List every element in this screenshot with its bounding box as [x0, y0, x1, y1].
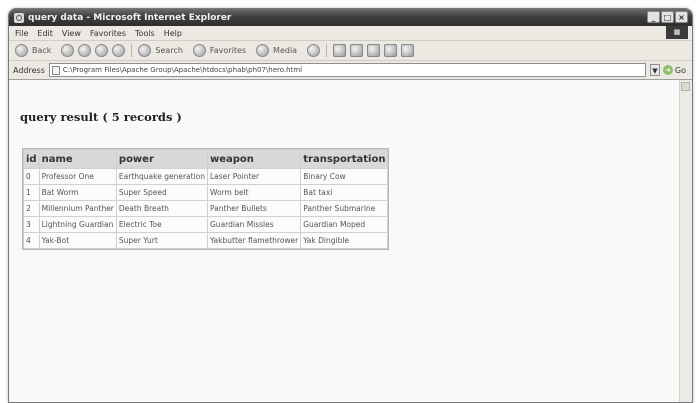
stop-icon[interactable] — [78, 44, 92, 57]
ie-logo-icon — [14, 12, 24, 23]
search-icon[interactable] — [138, 44, 152, 57]
address-input[interactable]: C:\Program Files\Apache Group\Apache\htd… — [48, 63, 646, 77]
table-row: 2 Millennium Panther Death Breath Panthe… — [24, 201, 388, 216]
favorites-icon[interactable] — [192, 44, 206, 57]
table-row: 0 Professor One Earthquake generation La… — [24, 169, 388, 184]
go-arrow-icon: ➜ — [662, 65, 673, 75]
minimize-button[interactable]: _ — [647, 11, 660, 23]
window-controls: _ □ × — [647, 11, 688, 23]
menu-tools[interactable]: Tools — [135, 29, 155, 38]
cell-name: Bat Worm — [39, 185, 116, 200]
toolbar-separator — [326, 44, 328, 57]
media-button-label[interactable]: Media — [273, 46, 297, 55]
back-button-label[interactable]: Back — [32, 46, 51, 55]
address-label: Address — [13, 65, 45, 75]
discuss-icon[interactable] — [384, 44, 398, 57]
cell-id: 4 — [24, 233, 39, 248]
search-button-label[interactable]: Search — [155, 46, 182, 55]
cell-transportation: Yak Dingible — [301, 233, 388, 248]
favorites-button-label[interactable]: Favorites — [210, 46, 246, 55]
mail-icon[interactable] — [333, 44, 347, 57]
menu-view[interactable]: View — [62, 29, 81, 38]
windows-logo-icon: ▦ — [666, 26, 688, 39]
menu-edit[interactable]: Edit — [37, 29, 53, 38]
media-icon[interactable] — [256, 44, 270, 57]
cell-weapon: Laser Pointer — [208, 169, 301, 184]
results-table: id name power weapon transportation 0 Pr… — [22, 148, 390, 250]
window-title: query data - Microsoft Internet Explorer — [28, 12, 232, 23]
cell-weapon: Worm belt — [208, 185, 301, 200]
column-header-power: power — [116, 150, 207, 168]
cell-id: 1 — [24, 185, 39, 200]
go-label: Go — [674, 65, 686, 75]
maximize-button[interactable]: □ — [661, 11, 674, 23]
cell-power: Death Breath — [116, 201, 207, 216]
address-bar: Address C:\Program Files\Apache Group\Ap… — [9, 61, 692, 80]
back-icon[interactable] — [15, 44, 28, 57]
close-button[interactable]: × — [675, 11, 688, 23]
cell-weapon: Guardian Missles — [208, 217, 301, 232]
cell-name: Professor One — [39, 169, 116, 184]
refresh-icon[interactable] — [95, 44, 109, 57]
toolbar-separator — [131, 44, 133, 57]
cell-id: 2 — [24, 201, 39, 216]
address-dropdown-button[interactable]: ▼ — [649, 64, 660, 76]
cell-id: 0 — [24, 169, 39, 184]
cell-id: 3 — [24, 217, 39, 232]
cell-name: Millennium Panther — [39, 201, 116, 216]
column-header-id: id — [24, 150, 39, 168]
home-icon[interactable] — [112, 44, 126, 57]
table-row: 1 Bat Worm Super Speed Worm belt Bat tax… — [24, 185, 388, 200]
messenger-icon[interactable] — [401, 44, 415, 57]
table-row: 3 Lightning Guardian Electric Toe Guardi… — [24, 217, 388, 232]
page-heading: query result ( 5 records ) — [20, 110, 182, 124]
address-url[interactable]: C:\Program Files\Apache Group\Apache\htd… — [63, 64, 302, 76]
cell-transportation: Bat taxi — [301, 185, 388, 200]
edit-icon[interactable] — [367, 44, 381, 57]
go-button[interactable]: ➜ Go — [662, 65, 686, 75]
history-icon[interactable] — [307, 44, 321, 57]
menu-bar: File Edit View Favorites Tools Help ▦ — [9, 26, 692, 41]
browser-window: query data - Microsoft Internet Explorer… — [8, 8, 693, 403]
cell-transportation: Panther Submarine — [301, 201, 388, 216]
cell-transportation: Binary Cow — [301, 169, 388, 184]
cell-name: Yak-Bot — [39, 233, 116, 248]
cell-transportation: Guardian Moped — [301, 217, 388, 232]
column-header-name: name — [39, 150, 116, 168]
cell-power: Super Yurt — [116, 233, 207, 248]
table-header-row: id name power weapon transportation — [24, 150, 388, 168]
scroll-up-button[interactable] — [681, 82, 690, 91]
column-header-weapon: weapon — [208, 150, 301, 168]
toolbar: Back Search Favorites Media — [9, 41, 692, 61]
cell-weapon: Yakbutter flamethrower — [208, 233, 301, 248]
title-bar: query data - Microsoft Internet Explorer… — [9, 9, 692, 26]
table-row: 4 Yak-Bot Super Yurt Yakbutter flamethro… — [24, 233, 388, 248]
cell-power: Electric Toe — [116, 217, 207, 232]
cell-weapon: Panther Bullets — [208, 201, 301, 216]
print-icon[interactable] — [350, 44, 364, 57]
forward-icon[interactable] — [61, 44, 75, 57]
cell-name: Lightning Guardian — [39, 217, 116, 232]
menu-help[interactable]: Help — [164, 29, 182, 38]
vertical-scrollbar[interactable] — [679, 80, 692, 402]
cell-power: Super Speed — [116, 185, 207, 200]
column-header-transportation: transportation — [301, 150, 388, 168]
page-content: query result ( 5 records ) id name power… — [9, 79, 692, 402]
cell-power: Earthquake generation — [116, 169, 207, 184]
menu-file[interactable]: File — [15, 29, 28, 38]
menu-favorites[interactable]: Favorites — [90, 29, 126, 38]
page-icon — [51, 65, 60, 75]
